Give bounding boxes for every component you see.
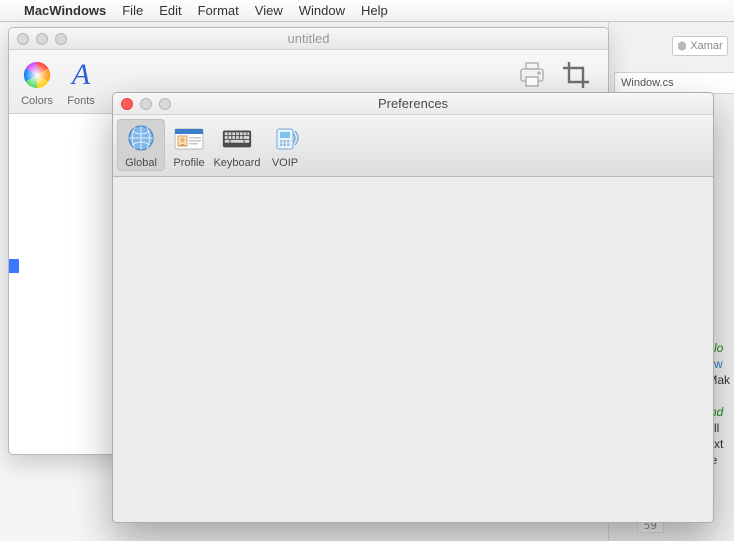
preferences-titlebar[interactable]: Preferences — [113, 93, 713, 115]
menu-format[interactable]: Format — [198, 3, 239, 18]
tab-label: Keyboard — [213, 157, 260, 169]
zoom-button[interactable] — [55, 33, 67, 45]
xamarin-button[interactable]: Xamar — [672, 36, 728, 56]
tab-keyboard[interactable]: Keyboard — [213, 119, 261, 171]
tab-label: Profile — [173, 157, 204, 169]
fonts-label: Fonts — [67, 95, 95, 107]
menu-help[interactable]: Help — [361, 3, 388, 18]
window-title: Preferences — [113, 96, 713, 111]
keyboard-icon — [221, 122, 253, 154]
printer-icon — [514, 57, 550, 93]
xamarin-label: Xamar — [690, 40, 722, 52]
traffic-lights — [121, 98, 171, 110]
close-button[interactable] — [121, 98, 133, 110]
zoom-button[interactable] — [159, 98, 171, 110]
tab-voip[interactable]: VOIP — [261, 119, 309, 171]
color-wheel-icon — [19, 57, 55, 93]
tab-label: VOIP — [272, 157, 298, 169]
fonts-button[interactable]: A Fonts — [63, 57, 99, 107]
colors-button[interactable]: Colors — [19, 57, 55, 107]
app-menu[interactable]: MacWindows — [24, 3, 106, 18]
colors-label: Colors — [21, 95, 53, 107]
menu-bar: MacWindows File Edit Format View Window … — [0, 0, 734, 22]
tab-label: Global — [125, 157, 157, 169]
window-title: untitled — [9, 31, 608, 46]
traffic-lights — [17, 33, 67, 45]
minimize-button[interactable] — [36, 33, 48, 45]
voip-phone-icon — [269, 122, 301, 154]
file-tab[interactable]: Window.cs — [614, 72, 734, 94]
globe-icon — [125, 122, 157, 154]
preferences-toolbar: Global Profile — [113, 115, 713, 177]
tab-global[interactable]: Global — [117, 119, 165, 171]
preferences-window: Preferences Global — [112, 92, 714, 523]
crop-icon — [558, 57, 594, 93]
untitled-titlebar[interactable]: untitled — [9, 28, 608, 50]
menu-edit[interactable]: Edit — [159, 3, 181, 18]
menu-view[interactable]: View — [255, 3, 283, 18]
fonts-icon: A — [63, 57, 99, 93]
close-button[interactable] — [17, 33, 29, 45]
minimize-button[interactable] — [140, 98, 152, 110]
menu-file[interactable]: File — [122, 3, 143, 18]
tab-profile[interactable]: Profile — [165, 119, 213, 171]
xamarin-icon — [677, 41, 687, 51]
selection-highlight — [9, 259, 19, 273]
preferences-content — [113, 177, 713, 522]
menu-window[interactable]: Window — [299, 3, 345, 18]
profile-card-icon — [173, 122, 205, 154]
